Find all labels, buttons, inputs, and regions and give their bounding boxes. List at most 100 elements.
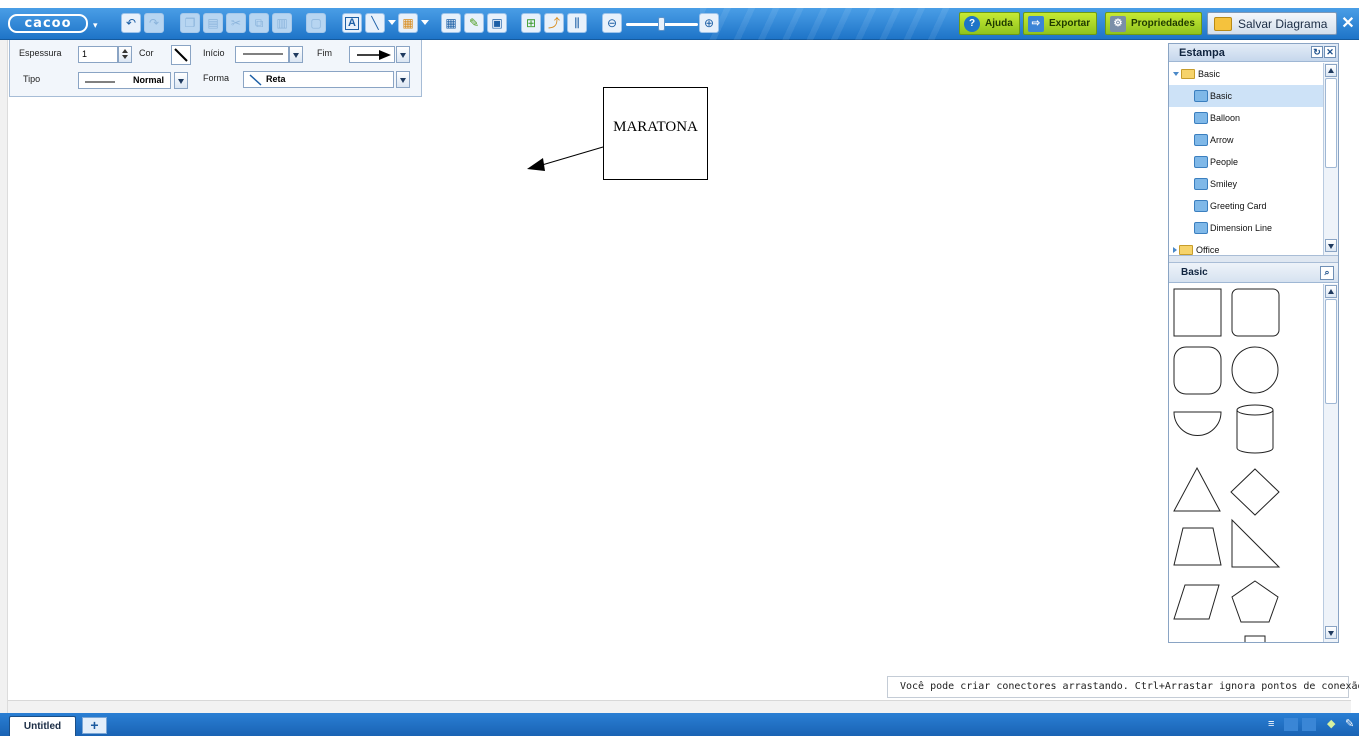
straight-line-icon xyxy=(249,74,262,86)
thickness-stepper[interactable] xyxy=(118,46,132,63)
shape-trapezoid[interactable] xyxy=(1173,527,1222,566)
logo-menu-chevron-icon[interactable]: ▾ xyxy=(93,20,98,31)
shape-circle[interactable] xyxy=(1231,346,1279,394)
stencil-close-icon[interactable]: ✕ xyxy=(1324,46,1336,58)
list-icon[interactable]: ≡ xyxy=(1268,718,1280,731)
stencil-icon xyxy=(1194,178,1208,190)
line-shape-select[interactable]: Reta xyxy=(243,71,394,88)
table-tool-icon[interactable]: ▦ xyxy=(441,13,461,33)
grid-icon[interactable]: ⊞ xyxy=(521,13,541,33)
refresh-icon[interactable]: ↻ xyxy=(1311,46,1323,58)
line-tool-icon[interactable]: ╲ xyxy=(365,13,385,33)
stencil-tree: Basic Basic Balloon Arrow People Smiley xyxy=(1169,63,1323,255)
cacoo-logo[interactable]: cacoo xyxy=(8,14,88,33)
shape-category-header: Basic xyxy=(1169,263,1338,283)
zoom-slider-handle[interactable] xyxy=(658,17,665,31)
tree-folder-basic[interactable]: Basic xyxy=(1169,63,1323,85)
text-tool-icon[interactable]: A xyxy=(342,13,362,33)
zoom-in-icon[interactable]: ⊕ xyxy=(699,13,719,33)
tree-item-balloon[interactable]: Balloon xyxy=(1169,107,1323,129)
thickness-input[interactable]: 1 xyxy=(78,46,118,63)
line-tool-dropdown-icon[interactable] xyxy=(388,20,396,25)
save-diagram-button[interactable]: Salvar Diagrama xyxy=(1207,12,1337,35)
start-arrow-select[interactable] xyxy=(235,46,289,63)
paste-icon[interactable]: ▤ xyxy=(203,13,223,33)
diagram-shape-box[interactable]: MARATONA xyxy=(603,87,708,180)
stencil-panel: Estampa ↻ ✕ Basic Basic Balloon Arrow Pe… xyxy=(1168,43,1339,643)
shape-right-triangle[interactable] xyxy=(1231,518,1281,568)
delete-icon[interactable]: ▥ xyxy=(272,13,292,33)
close-icon[interactable]: ✕ xyxy=(1339,14,1357,34)
shape-gallery-svg xyxy=(1173,288,1281,642)
tree-item-smiley[interactable]: Smiley xyxy=(1169,173,1323,195)
shape-pentagon[interactable] xyxy=(1231,580,1279,623)
tree-item-arrow[interactable]: Arrow xyxy=(1169,129,1323,151)
scroll-up-icon[interactable] xyxy=(1325,64,1337,77)
image-icon[interactable]: ▣ xyxy=(487,13,507,33)
add-page-button[interactable]: + xyxy=(82,717,107,734)
tree-item-people[interactable]: People xyxy=(1169,151,1323,173)
end-arrow-select[interactable] xyxy=(349,46,395,63)
scroll-down-icon[interactable] xyxy=(1325,239,1337,252)
tree-item-basic[interactable]: Basic xyxy=(1169,85,1323,107)
line-shape-dropdown[interactable] xyxy=(396,71,410,88)
start-arrow-dropdown[interactable] xyxy=(289,46,303,63)
cut-icon[interactable]: ✂ xyxy=(226,13,246,33)
panel-toggle-icon-2[interactable] xyxy=(1302,718,1316,731)
help-button[interactable]: ? Ajuda xyxy=(959,12,1020,35)
shape-triangle[interactable] xyxy=(1173,466,1221,512)
tree-scrollbar[interactable] xyxy=(1323,63,1338,255)
panel-splitter[interactable] xyxy=(1169,255,1338,263)
shapes-scroll-thumb[interactable] xyxy=(1325,299,1337,404)
align-icon[interactable]: ⫼ xyxy=(567,13,587,33)
chat-icon[interactable]: ◆ xyxy=(1327,718,1341,731)
shape-parallelogram[interactable] xyxy=(1173,584,1220,620)
network-icon[interactable]: ✎ xyxy=(1345,718,1357,731)
shape-half-circle[interactable] xyxy=(1173,411,1222,436)
tree-folder-office[interactable]: Office xyxy=(1169,239,1323,255)
zoom-out-icon[interactable]: ⊖ xyxy=(602,13,622,33)
pencil-icon[interactable]: ✎ xyxy=(464,13,484,33)
properties-button[interactable]: ⚙ Propriedades xyxy=(1105,12,1202,35)
duplicate-icon[interactable]: ⧉ xyxy=(249,13,269,33)
scroll-up-icon[interactable] xyxy=(1325,285,1337,298)
shape-gallery xyxy=(1169,284,1323,642)
export-button[interactable]: ⇨ Exportar xyxy=(1023,12,1098,35)
help-button-label: Ajuda xyxy=(985,18,1013,29)
shape-rectangle[interactable] xyxy=(1173,288,1222,337)
search-icon[interactable]: ⌕ xyxy=(1320,266,1334,280)
tree-item-greeting-card[interactable]: Greeting Card xyxy=(1169,195,1323,217)
end-arrow-dropdown[interactable] xyxy=(396,46,410,63)
line-color-icon xyxy=(174,48,188,62)
scroll-down-icon[interactable] xyxy=(1325,626,1337,639)
horizontal-scrollbar[interactable] xyxy=(8,700,1351,713)
tab-untitled[interactable]: Untitled xyxy=(9,716,76,736)
connect-icon[interactable]: ⤴ xyxy=(544,13,564,33)
stencil-title: Estampa xyxy=(1179,47,1225,59)
copy-icon[interactable]: ❐ xyxy=(180,13,200,33)
shape-rounded-square[interactable] xyxy=(1173,346,1222,395)
shape-rounded-rectangle[interactable] xyxy=(1231,288,1280,337)
left-rail xyxy=(0,40,8,713)
group-icon[interactable]: ▢ xyxy=(306,13,326,33)
line-type-value: Normal xyxy=(132,75,164,85)
panel-toggle-icon[interactable] xyxy=(1284,718,1298,731)
shapes-scrollbar[interactable] xyxy=(1323,284,1338,642)
expand-down-icon[interactable] xyxy=(1173,72,1179,76)
shape-diamond[interactable] xyxy=(1230,468,1280,516)
shape-partial[interactable] xyxy=(1244,635,1266,642)
shape-tool-icon[interactable]: ▦ xyxy=(398,13,418,33)
shape-tool-dropdown-icon[interactable] xyxy=(421,20,429,25)
line-color-swatch[interactable] xyxy=(171,45,191,65)
tree-scroll-thumb[interactable] xyxy=(1325,78,1337,168)
shape-cylinder[interactable] xyxy=(1236,404,1274,454)
shape-text[interactable]: MARATONA xyxy=(613,119,698,136)
tree-item-label: Smiley xyxy=(1210,179,1238,189)
line-type-dropdown[interactable] xyxy=(174,72,188,89)
redo-icon[interactable]: ↷ xyxy=(144,13,164,33)
expand-right-icon[interactable] xyxy=(1173,247,1177,253)
tree-item-label: Office xyxy=(1196,245,1220,255)
line-type-select[interactable]: Normal xyxy=(78,72,171,89)
undo-icon[interactable]: ↶ xyxy=(121,13,141,33)
tree-item-dimension-line[interactable]: Dimension Line xyxy=(1169,217,1323,239)
